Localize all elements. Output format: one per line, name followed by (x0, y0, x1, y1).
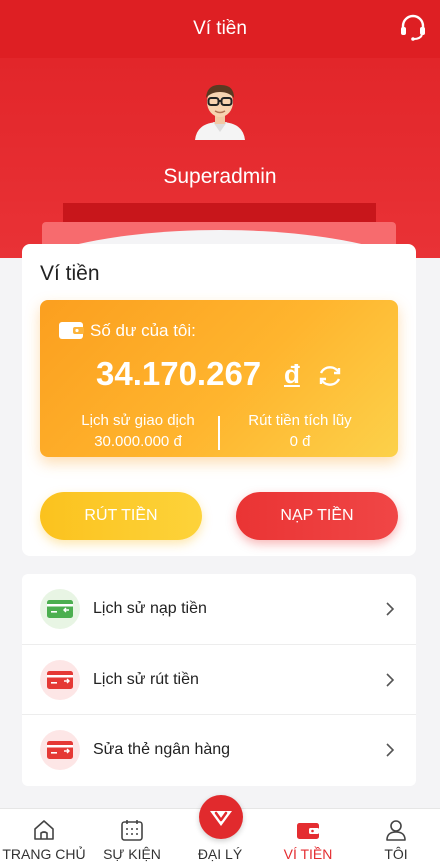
wallet-menu: Lịch sử nạp tiền Lịch sử rút tiền Sửa th… (22, 574, 416, 786)
nav-label: SỰ KIỆN (103, 846, 161, 862)
home-icon (34, 820, 54, 840)
deposit-card-icon (40, 589, 80, 629)
chevron-right-icon (386, 672, 395, 687)
deposit-button[interactable]: NẠP TIỀN (236, 492, 398, 540)
agency-fab[interactable] (199, 795, 243, 839)
page-title: Ví tiền (193, 18, 247, 39)
menu-label: Sửa thẻ ngân hàng (93, 740, 231, 758)
accumulated-label: Rút tiền tích lũy (248, 412, 352, 429)
headset-icon[interactable] (398, 12, 428, 42)
nav-label: TRANG CHỦ (2, 846, 86, 862)
accumulated-stat[interactable]: Rút tiền tích lũy 0 đ (220, 412, 380, 450)
username: Superadmin (163, 165, 277, 188)
agency-icon (210, 811, 232, 826)
chevron-right-icon (386, 742, 395, 757)
history-stat[interactable]: Lịch sử giao dịch 30.000.000 đ (58, 412, 218, 450)
balance-amount: 34.170.267 (96, 355, 262, 392)
withdraw-card-icon (40, 659, 80, 700)
history-label: Lịch sử giao dịch (81, 412, 195, 429)
menu-item-withdraw-history[interactable]: Lịch sử rút tiền (22, 644, 416, 714)
nav-label: ĐẠI LÝ (197, 846, 243, 862)
bank-card-icon (40, 729, 80, 770)
wallet-card: Ví tiền Số dư của tôi: 34.170.267 đ Lịch… (22, 244, 416, 556)
nav-item-home[interactable]: TRANG CHỦ (0, 809, 88, 864)
user-avatar (195, 84, 245, 140)
nav-item-me[interactable]: TÔI (352, 809, 440, 864)
balance-box: Số dư của tôi: 34.170.267 đ Lịch sử giao… (40, 300, 398, 457)
balance-label: Số dư của tôi: (90, 321, 196, 340)
user-icon (386, 820, 406, 841)
wallet-icon (297, 823, 319, 839)
chevron-right-icon (386, 602, 395, 616)
menu-label: Lịch sử nạp tiền (93, 600, 207, 617)
calendar-icon (121, 820, 143, 841)
refresh-icon[interactable] (316, 362, 344, 390)
history-value: 30.000.000 đ (94, 433, 182, 450)
withdraw-button[interactable]: RÚT TIỀN (40, 492, 202, 540)
wallet-title: Ví tiền (40, 262, 100, 285)
currency-symbol: đ (284, 359, 300, 389)
menu-label: Lịch sử rút tiền (93, 670, 199, 688)
nav-item-events[interactable]: SỰ KIỆN (88, 809, 176, 864)
accumulated-value: 0 đ (289, 433, 311, 450)
wallet-icon (59, 322, 84, 339)
menu-item-edit-bank-card[interactable]: Sửa thẻ ngân hàng (22, 714, 416, 784)
menu-item-deposit-history[interactable]: Lịch sử nạp tiền (22, 574, 416, 644)
top-bar: Ví tiền (0, 0, 440, 58)
nav-item-wallet[interactable]: VÍ TIỀN (264, 809, 352, 864)
nav-label: VÍ TIỀN (283, 846, 333, 862)
nav-label: TÔI (384, 846, 408, 862)
